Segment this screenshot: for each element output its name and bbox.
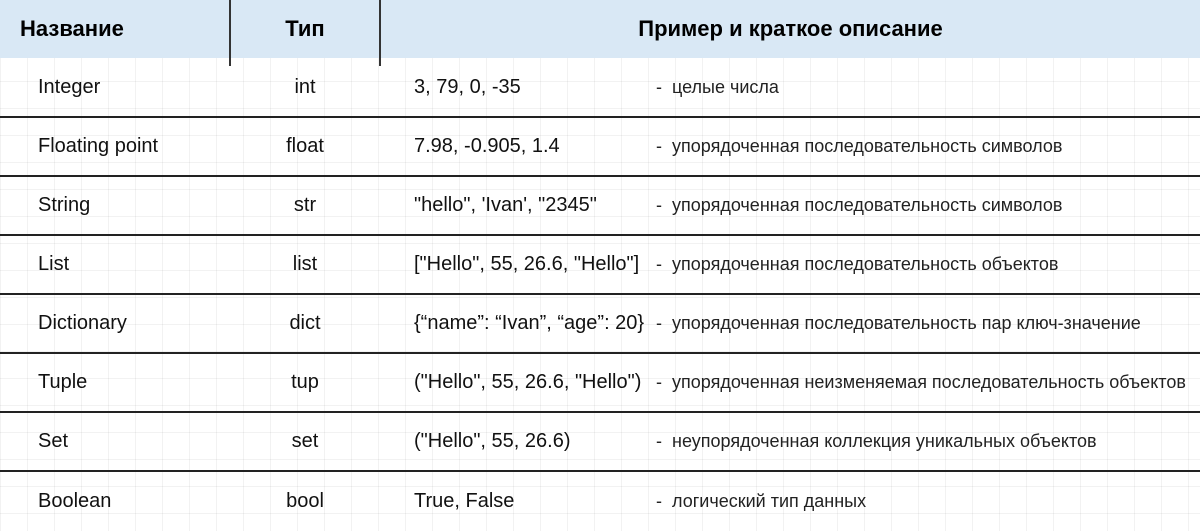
cell-name: List <box>0 235 230 294</box>
example-text: 3, 79, 0, -35 <box>400 76 650 99</box>
example-text: {“name”: “Ivan”, “age”: 20} <box>400 312 650 335</box>
example-text: ("Hello", 55, 26.6) <box>400 430 650 453</box>
cell-desc: "hello", 'Ivan', "2345" - упорядоченная … <box>380 176 1200 235</box>
description-text: логический тип данных <box>672 491 1180 512</box>
dash-icon: - <box>656 313 666 334</box>
cell-type: list <box>230 235 380 294</box>
description-text: целые числа <box>672 77 1180 98</box>
cell-desc: True, False - логический тип данных <box>380 471 1200 531</box>
dash-icon: - <box>656 77 666 98</box>
header-separator-2 <box>379 0 381 66</box>
example-text: ["Hello", 55, 26.6, "Hello"] <box>400 253 650 276</box>
cell-name: Dictionary <box>0 294 230 353</box>
cell-name: Boolean <box>0 471 230 531</box>
description-text: упорядоченная неизменяемая последователь… <box>672 372 1186 393</box>
table-header: Название Тип Пример и краткое описание <box>0 0 1200 58</box>
table-body: Integer int 3, 79, 0, -35 - целые числа … <box>0 58 1200 531</box>
cell-type: set <box>230 412 380 471</box>
table-row: Floating point float 7.98, -0.905, 1.4 -… <box>0 117 1200 176</box>
cell-desc: ["Hello", 55, 26.6, "Hello"] - упорядоче… <box>380 235 1200 294</box>
table-row: Set set ("Hello", 55, 26.6) - неупорядоч… <box>0 412 1200 471</box>
header-type: Тип <box>230 0 380 58</box>
table-row: Integer int 3, 79, 0, -35 - целые числа <box>0 58 1200 117</box>
example-text: True, False <box>400 490 650 513</box>
types-table: Название Тип Пример и краткое описание I… <box>0 0 1200 531</box>
example-text: ("Hello", 55, 26.6, "Hello") <box>400 371 650 394</box>
cell-desc: {“name”: “Ivan”, “age”: 20} - упорядочен… <box>380 294 1200 353</box>
table-row: Boolean bool True, False - логический ти… <box>0 471 1200 531</box>
dash-icon: - <box>656 372 666 393</box>
cell-desc: 7.98, -0.905, 1.4 - упорядоченная послед… <box>380 117 1200 176</box>
description-text: упорядоченная последовательность пар клю… <box>672 313 1180 334</box>
dash-icon: - <box>656 195 666 216</box>
header-name: Название <box>0 0 230 58</box>
table-row: Tuple tup ("Hello", 55, 26.6, "Hello") -… <box>0 353 1200 412</box>
dash-icon: - <box>656 254 666 275</box>
example-text: 7.98, -0.905, 1.4 <box>400 135 650 158</box>
table-row: String str "hello", 'Ivan', "2345" - упо… <box>0 176 1200 235</box>
page: Название Тип Пример и краткое описание I… <box>0 0 1200 531</box>
dash-icon: - <box>656 491 666 512</box>
cell-type: dict <box>230 294 380 353</box>
cell-type: tup <box>230 353 380 412</box>
description-text: упорядоченная последовательность символо… <box>672 136 1180 157</box>
cell-type: int <box>230 58 380 117</box>
description-text: упорядоченная последовательность символо… <box>672 195 1180 216</box>
cell-desc: ("Hello", 55, 26.6) - неупорядоченная ко… <box>380 412 1200 471</box>
cell-name: String <box>0 176 230 235</box>
description-text: упорядоченная последовательность объекто… <box>672 254 1180 275</box>
description-text: неупорядоченная коллекция уникальных объ… <box>672 431 1180 452</box>
header-separator-1 <box>229 0 231 66</box>
cell-name: Set <box>0 412 230 471</box>
cell-name: Floating point <box>0 117 230 176</box>
dash-icon: - <box>656 136 666 157</box>
cell-type: bool <box>230 471 380 531</box>
example-text: "hello", 'Ivan', "2345" <box>400 194 650 217</box>
table-row: List list ["Hello", 55, 26.6, "Hello"] -… <box>0 235 1200 294</box>
cell-desc: ("Hello", 55, 26.6, "Hello") - упорядоче… <box>380 353 1200 412</box>
cell-desc: 3, 79, 0, -35 - целые числа <box>380 58 1200 117</box>
dash-icon: - <box>656 431 666 452</box>
cell-type: str <box>230 176 380 235</box>
cell-name: Integer <box>0 58 230 117</box>
table-row: Dictionary dict {“name”: “Ivan”, “age”: … <box>0 294 1200 353</box>
header-desc: Пример и краткое описание <box>380 0 1200 58</box>
cell-type: float <box>230 117 380 176</box>
cell-name: Tuple <box>0 353 230 412</box>
